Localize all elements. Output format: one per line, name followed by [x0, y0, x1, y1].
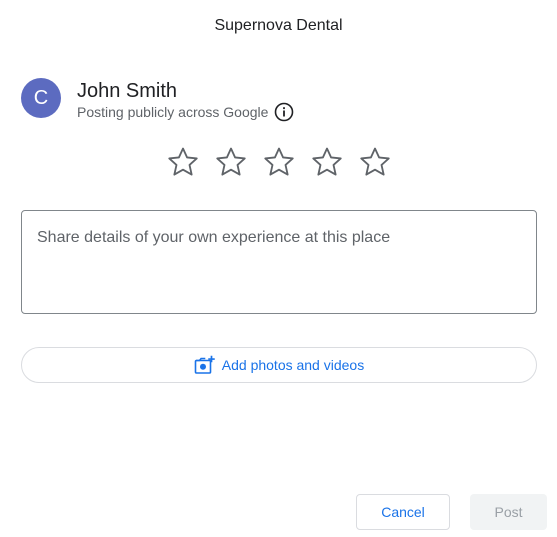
star-4-icon[interactable] [310, 145, 344, 179]
posting-note: Posting publicly across Google [77, 104, 269, 120]
star-1-icon[interactable] [166, 145, 200, 179]
star-2-icon[interactable] [214, 145, 248, 179]
user-name: John Smith [77, 80, 178, 102]
star-rating [166, 145, 392, 179]
info-icon[interactable] [274, 102, 294, 122]
review-textarea[interactable]: Share details of your own experience at … [21, 210, 537, 314]
avatar: C [21, 78, 61, 118]
post-button[interactable]: Post [470, 494, 547, 530]
posting-info: Posting publicly across Google [77, 102, 294, 122]
star-5-icon[interactable] [358, 145, 392, 179]
add-photos-button[interactable]: Add photos and videos [21, 347, 537, 383]
add-photos-label: Add photos and videos [221, 357, 365, 373]
review-placeholder: Share details of your own experience at … [37, 229, 391, 246]
dialog-title: Supernova Dental [214, 17, 343, 34]
add-photo-icon [194, 355, 216, 375]
star-3-icon[interactable] [262, 145, 296, 179]
cancel-button[interactable]: Cancel [356, 494, 450, 530]
